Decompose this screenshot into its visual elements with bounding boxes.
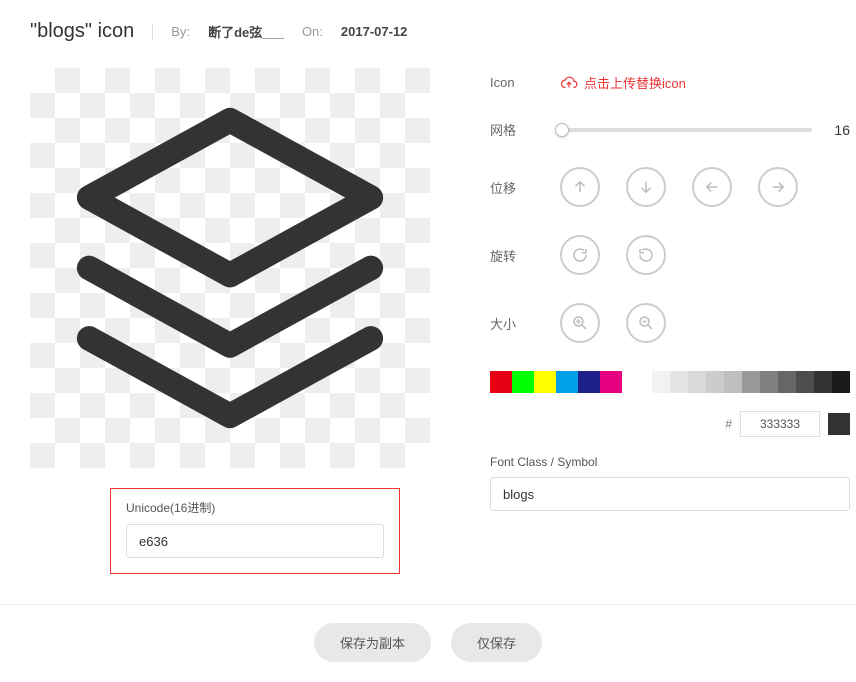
gray-swatch[interactable] [814, 371, 832, 393]
unicode-section: Unicode(16进制) [110, 488, 400, 574]
zoom-out-icon [637, 314, 655, 332]
author-name: 断了de弦___ [208, 22, 284, 41]
move-up-button[interactable] [560, 167, 600, 207]
blogs-icon [54, 92, 406, 444]
color-palette [490, 371, 850, 393]
color-swatch[interactable] [578, 371, 600, 393]
page-header: "blogs" icon By: 断了de弦___ On: 2017-07-12 [30, 20, 826, 43]
offset-row-label: 位移 [490, 178, 560, 197]
upload-text: 点击上传替换icon [584, 73, 686, 92]
color-swatch[interactable] [556, 371, 578, 393]
page-title: "blogs" icon [30, 20, 134, 43]
upload-icon-link[interactable]: 点击上传替换icon [560, 73, 686, 92]
size-row-label: 大小 [490, 314, 560, 333]
gray-swatch[interactable] [706, 371, 724, 393]
arrow-up-icon [571, 178, 589, 196]
fontclass-section: Font Class / Symbol [490, 455, 850, 511]
arrow-down-icon [637, 178, 655, 196]
arrow-left-icon [703, 178, 721, 196]
gray-swatch[interactable] [778, 371, 796, 393]
arrow-right-icon [769, 178, 787, 196]
gray-swatch[interactable] [652, 371, 670, 393]
gray-swatch[interactable] [796, 371, 814, 393]
divider [152, 24, 153, 40]
icon-canvas[interactable] [30, 68, 430, 468]
grid-value: 16 [826, 122, 850, 138]
rotate-cw-button[interactable] [560, 235, 600, 275]
cloud-upload-icon [560, 74, 578, 92]
gray-swatch[interactable] [742, 371, 760, 393]
color-swatch[interactable] [600, 371, 622, 393]
save-only-button[interactable]: 仅保存 [451, 623, 542, 662]
gray-swatch[interactable] [724, 371, 742, 393]
gray-swatch[interactable] [670, 371, 688, 393]
save-as-copy-button[interactable]: 保存为副本 [314, 623, 431, 662]
move-right-button[interactable] [758, 167, 798, 207]
zoom-in-button[interactable] [560, 303, 600, 343]
grid-slider[interactable] [560, 128, 812, 132]
grid-slider-thumb[interactable] [555, 123, 569, 137]
hex-input[interactable] [740, 411, 820, 437]
grid-row-label: 网格 [490, 120, 560, 139]
created-date: 2017-07-12 [341, 24, 408, 39]
gray-swatch[interactable] [832, 371, 850, 393]
rotate-row-label: 旋转 [490, 246, 560, 265]
fontclass-input[interactable] [490, 477, 850, 511]
gray-swatch[interactable] [634, 371, 652, 393]
rotate-ccw-icon [637, 246, 655, 264]
zoom-out-button[interactable] [626, 303, 666, 343]
icon-row-label: Icon [490, 75, 560, 90]
unicode-label: Unicode(16进制) [126, 499, 384, 516]
move-down-button[interactable] [626, 167, 666, 207]
hex-preview-swatch [828, 413, 850, 435]
on-label: On: [302, 24, 323, 39]
color-swatch[interactable] [512, 371, 534, 393]
fontclass-label: Font Class / Symbol [490, 455, 850, 469]
footer-actions: 保存为副本 仅保存 [0, 604, 856, 682]
rotate-cw-icon [571, 246, 589, 264]
zoom-in-icon [571, 314, 589, 332]
by-label: By: [171, 24, 190, 39]
hex-prefix: # [725, 417, 732, 431]
color-swatch[interactable] [490, 371, 512, 393]
unicode-input[interactable] [126, 524, 384, 558]
gray-swatch[interactable] [760, 371, 778, 393]
color-swatch[interactable] [534, 371, 556, 393]
gray-swatch[interactable] [688, 371, 706, 393]
rotate-ccw-button[interactable] [626, 235, 666, 275]
move-left-button[interactable] [692, 167, 732, 207]
